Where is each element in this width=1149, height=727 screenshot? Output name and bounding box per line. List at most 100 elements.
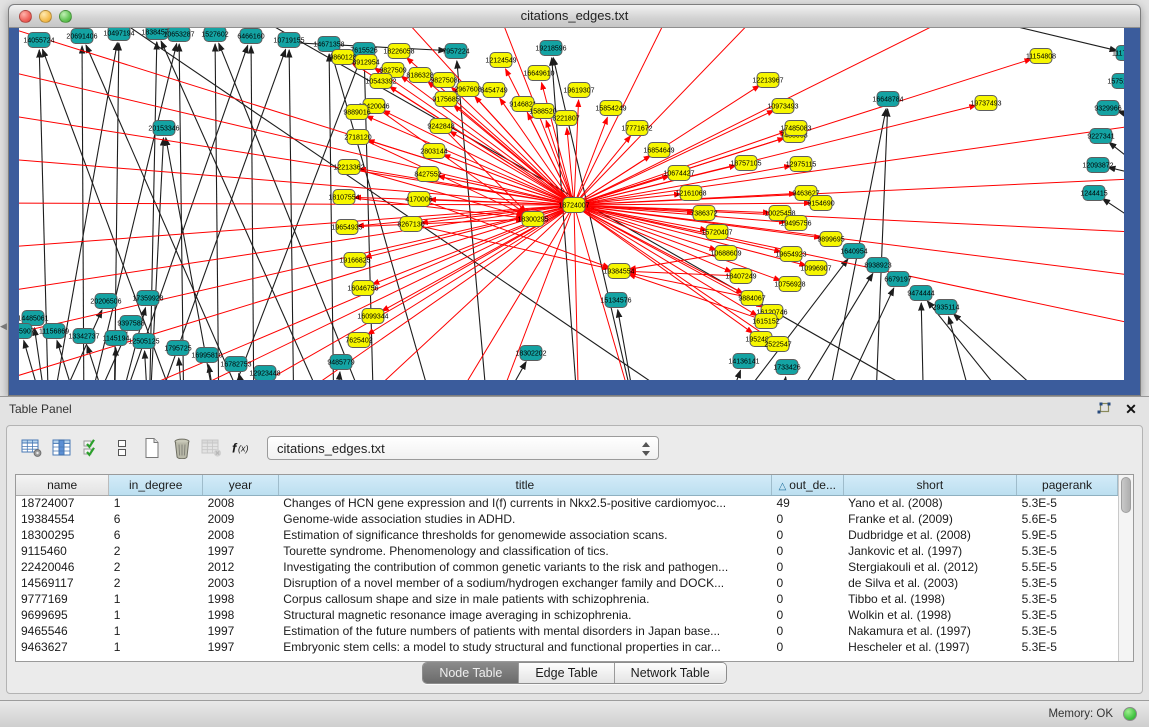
- graph-node[interactable]: 1640954: [840, 244, 867, 259]
- graph-node[interactable]: 19737493: [970, 96, 1001, 111]
- graph-node[interactable]: 2718120: [344, 130, 371, 145]
- graph-node[interactable]: 7625402: [345, 333, 372, 348]
- graph-node[interactable]: 14055724: [23, 33, 54, 48]
- graph-node[interactable]: 18302202: [515, 346, 546, 361]
- graph-node[interactable]: 9884067: [738, 291, 765, 306]
- graph-node[interactable]: 16854649: [643, 143, 674, 158]
- graph-node[interactable]: 10973493: [767, 99, 798, 114]
- graph-node[interactable]: 8221807: [552, 111, 579, 126]
- table-row[interactable]: 1830029562008Estimation of significance …: [16, 527, 1118, 543]
- graph-node[interactable]: 10756928: [774, 277, 805, 292]
- graph-node[interactable]: 9485779: [327, 355, 354, 370]
- graph-node[interactable]: 9242848: [427, 119, 454, 134]
- graph-node[interactable]: 8267130: [397, 217, 424, 232]
- graph-node[interactable]: 8912954: [352, 55, 379, 70]
- tab-network-table[interactable]: Network Table: [615, 663, 726, 683]
- graph-node[interactable]: 16046756: [347, 281, 378, 296]
- graph-node[interactable]: 16099344: [357, 309, 388, 324]
- graph-node[interactable]: 19619307: [563, 83, 594, 98]
- graph-node[interactable]: 9474444: [907, 286, 934, 301]
- scrollbar-thumb[interactable]: [1121, 477, 1131, 513]
- table-row[interactable]: 977716911998Corpus callosum shape and si…: [16, 591, 1118, 607]
- network-canvas[interactable]: 1405572420691406104971941838457410653287…: [19, 28, 1124, 380]
- graph-node[interactable]: 12975115: [786, 157, 817, 172]
- graph-node[interactable]: 20153346: [148, 121, 179, 136]
- graph-node[interactable]: 1145194: [103, 331, 130, 346]
- graph-node[interactable]: 14136141: [728, 354, 759, 369]
- column-header-title[interactable]: title: [278, 475, 771, 495]
- graph-node[interactable]: 6679197: [884, 272, 911, 287]
- graph-node[interactable]: 12093872: [1082, 158, 1113, 173]
- graph-node[interactable]: 19384554: [603, 264, 634, 279]
- column-header-short[interactable]: short: [843, 475, 1016, 495]
- graph-node[interactable]: 7386372: [690, 206, 717, 221]
- tab-node-table[interactable]: Node Table: [423, 663, 519, 683]
- column-header-year[interactable]: year: [203, 475, 279, 495]
- graph-node[interactable]: 16648784: [872, 92, 903, 107]
- column-header-out_de[interactable]: △out_de...: [771, 475, 843, 495]
- split-view-button[interactable]: [107, 434, 137, 462]
- graph-node[interactable]: 2967608: [454, 82, 481, 97]
- graph-node[interactable]: 1615152: [752, 314, 779, 329]
- graph-node[interactable]: 20206506: [90, 294, 121, 309]
- select-rows-button[interactable]: [77, 434, 107, 462]
- graph-node[interactable]: 12213967: [752, 73, 783, 88]
- graph-node[interactable]: 1527602: [201, 28, 228, 42]
- graph-node[interactable]: 17771672: [621, 121, 652, 136]
- graph-node[interactable]: 18757105: [730, 156, 761, 171]
- graph-node[interactable]: 1733426: [773, 360, 800, 375]
- close-panel-icon[interactable]: ✕: [1123, 401, 1139, 417]
- graph-node[interactable]: 15854249: [595, 101, 626, 116]
- graph-node[interactable]: 9397588: [117, 316, 144, 331]
- graph-node[interactable]: 13342737: [68, 329, 99, 344]
- column-header-in_degree[interactable]: in_degree: [109, 475, 203, 495]
- graph-node[interactable]: 1795725: [164, 341, 191, 356]
- graph-node[interactable]: 12124549: [485, 53, 516, 68]
- graph-node[interactable]: 4170006: [405, 192, 432, 207]
- graph-node[interactable]: 9329966: [1094, 101, 1121, 116]
- graph-node[interactable]: 20691406: [66, 29, 97, 44]
- graph-node[interactable]: 8427552: [414, 167, 441, 182]
- graph-node[interactable]: 12505125: [128, 334, 159, 349]
- graph-node[interactable]: 2935114: [933, 300, 960, 315]
- graph-node[interactable]: 10497194: [103, 28, 134, 41]
- graph-node[interactable]: 7957224: [442, 44, 469, 59]
- vertical-scrollbar[interactable]: [1118, 475, 1133, 661]
- graph-node[interactable]: 9227341: [1087, 129, 1114, 144]
- graph-node[interactable]: 19218596: [535, 41, 566, 56]
- table-row[interactable]: 1456911722003Disruption of a novel membe…: [16, 575, 1118, 591]
- graph-node[interactable]: 9889016: [343, 105, 370, 120]
- graph-node[interactable]: 8454749: [480, 83, 507, 98]
- graph-node[interactable]: 10996907: [800, 261, 831, 276]
- graph-node[interactable]: 9827508: [430, 73, 457, 88]
- float-window-icon[interactable]: [1095, 401, 1111, 417]
- graph-node[interactable]: 19654935: [331, 220, 362, 235]
- table-row[interactable]: 2242004622012Investigating the contribut…: [16, 559, 1118, 575]
- graph-node[interactable]: 10653287: [163, 28, 194, 42]
- table-row[interactable]: 946362711997Embryonic stem cells: a mode…: [16, 639, 1118, 655]
- graph-node[interactable]: 8938923: [864, 258, 891, 273]
- graph-node[interactable]: 15134576: [600, 293, 631, 308]
- table-row[interactable]: 969969511998Structural magnetic resonanc…: [16, 607, 1118, 623]
- graph-node[interactable]: 6466160: [237, 29, 264, 44]
- column-header-pagerank[interactable]: pagerank: [1017, 475, 1118, 495]
- column-visibility-button[interactable]: [47, 434, 77, 462]
- graph-node[interactable]: 11156869: [39, 324, 69, 339]
- graph-node[interactable]: 15751874: [1107, 74, 1124, 89]
- table-row[interactable]: 1872400712008Changes of HCN gene express…: [16, 495, 1118, 511]
- graph-node[interactable]: 9899695: [817, 232, 844, 247]
- graph-node[interactable]: 19495756: [780, 216, 811, 231]
- splitter-collapse-icon[interactable]: ◀: [0, 322, 7, 331]
- table-row[interactable]: 911546021997Tourette syndrome. Phenomeno…: [16, 543, 1118, 559]
- graph-node[interactable]: 11154808: [1026, 49, 1056, 64]
- graph-node[interactable]: 16649610: [523, 66, 554, 81]
- graph-node[interactable]: 17359928: [132, 291, 163, 306]
- memory-indicator-icon[interactable]: [1123, 707, 1137, 721]
- table-row[interactable]: 946554611997Estimation of the future num…: [16, 623, 1118, 639]
- table-mode-button[interactable]: [17, 434, 47, 462]
- graph-node[interactable]: 18407249: [725, 269, 756, 284]
- graph-node[interactable]: 18226058: [383, 44, 414, 59]
- new-document-button[interactable]: [137, 434, 167, 462]
- graph-node[interactable]: 2522547: [764, 337, 791, 352]
- graph-node[interactable]: 9154690: [807, 196, 834, 211]
